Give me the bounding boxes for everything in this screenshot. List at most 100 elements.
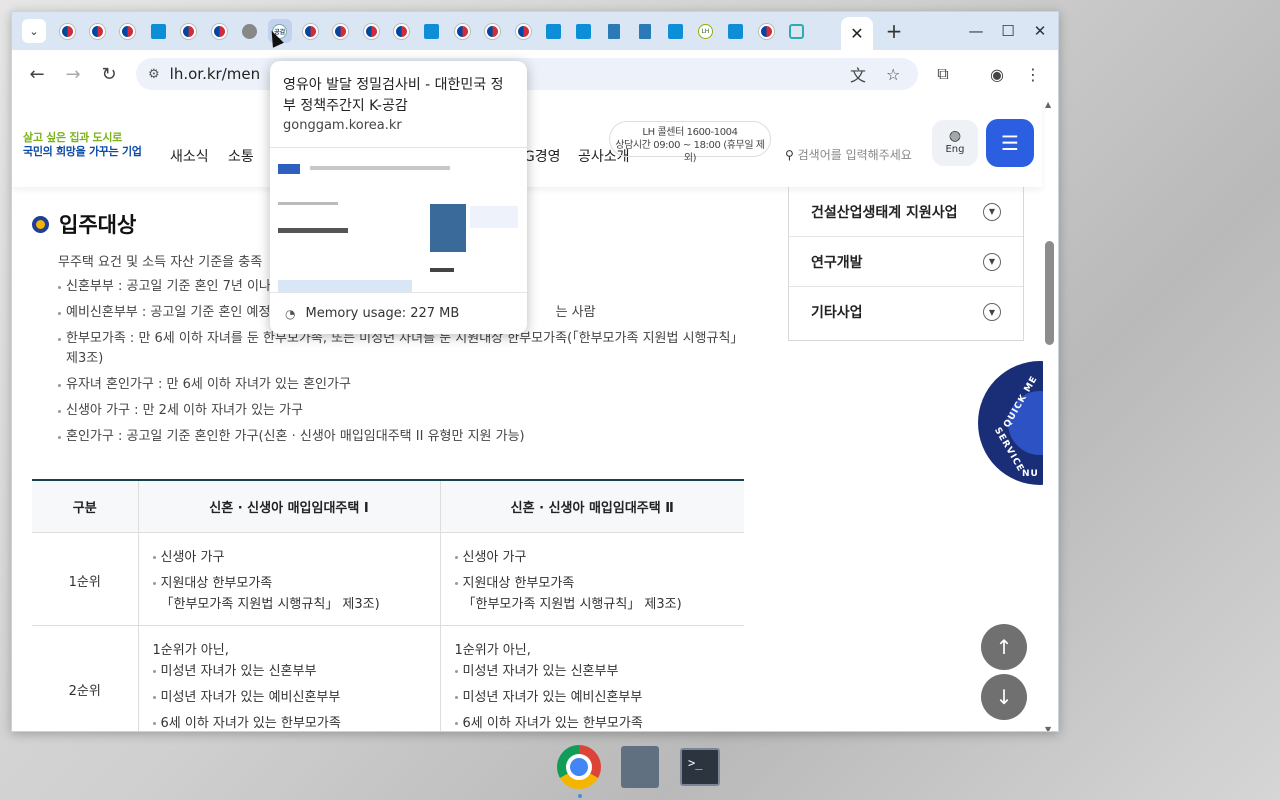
tab-favicon-icon <box>667 23 683 39</box>
nav-news[interactable]: 새소식 <box>170 146 209 166</box>
close-window-button[interactable]: ✕ <box>1028 19 1052 43</box>
chevron-down-icon: ▼ <box>983 252 1001 271</box>
browser-tab[interactable] <box>237 19 261 43</box>
tab-favicon-icon: LH <box>697 23 713 39</box>
browser-tab[interactable] <box>420 19 444 43</box>
address-bar[interactable]: ⚙ lh.or.kr/men 文 ☆ <box>136 58 918 90</box>
site-header: 살고 싶은 집과 도시로 국민의 희망을 가꾸는 기업 새소식 소통 SG경영 … <box>12 97 1042 187</box>
table-cell-rank: 1순위 <box>32 532 139 626</box>
forward-button[interactable]: → <box>60 61 86 87</box>
browser-tab[interactable] <box>785 19 809 43</box>
side-item-construction[interactable]: 건설산업생태계 지원사업 ▼ <box>789 187 1023 237</box>
cell-item: 미성년 자녀가 있는 신혼부부 <box>454 661 731 682</box>
table-row: 2순위 1순위가 아닌, 미성년 자녀가 있는 신혼부부 미성년 자녀가 있는 … <box>32 625 744 732</box>
bookmark-star-icon[interactable]: ☆ <box>886 58 900 90</box>
browser-tab[interactable] <box>359 19 383 43</box>
current-tab[interactable]: ✕ <box>841 17 873 50</box>
language-button[interactable]: ◍ Eng <box>932 120 978 166</box>
browser-tab[interactable] <box>450 19 474 43</box>
browser-tab[interactable] <box>633 19 657 43</box>
site-search[interactable]: ⚲ 검색어를 입력해주세요 <box>785 146 912 163</box>
tab-favicon-icon <box>241 23 257 39</box>
profile-icon[interactable]: ◉ <box>984 61 1010 87</box>
extensions-icon[interactable]: ⧉ <box>930 61 956 87</box>
tab-favicon-icon <box>393 23 409 39</box>
side-item-other[interactable]: 기타사업 ▼ <box>789 287 1023 337</box>
tab-favicon-icon <box>728 23 744 39</box>
table-cell: 1순위가 아닌, 미성년 자녀가 있는 신혼부부 미성년 자녀가 있는 예비신혼… <box>138 625 441 732</box>
browser-tab[interactable] <box>85 19 109 43</box>
section-heading: 입주대상 <box>59 213 137 237</box>
intro-text: 무주택 요건 및 소득 자산 기준을 충족 <box>58 255 263 270</box>
callcenter-info: LH 콜센터 1600-1004 상담시간 09:00 ~ 18:00 (휴무일… <box>609 121 771 164</box>
tab-search-button[interactable]: ⌄ <box>22 19 46 43</box>
table-header: 구분 <box>32 480 139 533</box>
dock-chrome[interactable] <box>556 744 602 790</box>
site-menu-button[interactable]: ☰ <box>986 119 1034 167</box>
tab-favicon-icon <box>302 23 318 39</box>
scrollbar-thumb[interactable] <box>1045 241 1054 345</box>
side-item-research[interactable]: 연구개발 ▼ <box>789 237 1023 287</box>
browser-tab[interactable] <box>511 19 535 43</box>
cell-item: 6세 이하 자녀가 있는 한부모가족 <box>454 713 731 732</box>
chevron-down-icon: ▼ <box>983 303 1001 321</box>
table-header: 신혼 · 신생아 매입임대주택 Ⅱ <box>440 480 744 533</box>
browser-tab[interactable] <box>754 19 778 43</box>
browser-tab[interactable] <box>146 19 170 43</box>
logo-slogan-2[interactable]: 국민의 희망을 가꾸는 기업 <box>23 143 142 159</box>
hamburger-icon: ☰ <box>1001 131 1019 155</box>
chevron-down-icon: ⌄ <box>29 24 39 38</box>
memory-icon: ◔ <box>285 306 296 321</box>
close-tab-icon[interactable]: ✕ <box>850 24 863 43</box>
dock-terminal[interactable]: >_ <box>677 744 723 790</box>
tab-favicon-icon <box>545 23 561 39</box>
arrow-right-icon: → <box>65 63 81 85</box>
minimize-button[interactable]: — <box>964 19 988 43</box>
tab-favicon-icon <box>576 23 592 39</box>
cell-item: 6세 이하 자녀가 있는 한부모가족 <box>152 713 426 732</box>
browser-tab[interactable] <box>663 19 687 43</box>
browser-tab[interactable] <box>602 19 626 43</box>
scroll-up-arrow[interactable]: ▲ <box>1045 100 1051 109</box>
browser-tab[interactable] <box>207 19 231 43</box>
chrome-icon <box>557 745 601 789</box>
maximize-button[interactable]: ☐ <box>996 19 1020 43</box>
browser-tab[interactable] <box>55 19 79 43</box>
browser-tab[interactable] <box>724 19 748 43</box>
scroll-bottom-button[interactable]: ↓ <box>981 674 1027 720</box>
browser-tab[interactable] <box>572 19 596 43</box>
scroll-down-arrow[interactable]: ▼ <box>1045 725 1051 731</box>
title-bullet-icon <box>32 215 49 233</box>
translate-icon[interactable]: 文 <box>850 58 866 90</box>
browser-tab[interactable] <box>329 19 353 43</box>
browser-tab[interactable]: LH <box>693 19 717 43</box>
nav-communication[interactable]: 소통 <box>228 146 254 166</box>
tab-favicon-icon <box>150 23 166 39</box>
scrollbar-track[interactable] <box>1043 97 1058 731</box>
address-text: lh.or.kr/men <box>169 65 261 83</box>
browser-tab[interactable] <box>389 19 413 43</box>
new-tab-button[interactable]: + <box>882 19 906 43</box>
minimize-icon: — <box>968 22 984 40</box>
arrow-left-icon: ← <box>29 63 45 85</box>
scroll-top-button[interactable]: ↑ <box>981 624 1027 670</box>
back-button[interactable]: ← <box>24 61 50 87</box>
more-menu-icon[interactable]: ⋮ <box>1020 61 1046 87</box>
cell-item: 「한부모가족 지원법 시행규칙」 제3조) <box>160 596 380 612</box>
hover-card-domain: gonggam.korea.kr <box>283 118 402 133</box>
tab-favicon-icon <box>424 23 440 39</box>
cell-lead: 1순위가 아닌, <box>454 642 531 658</box>
list-item: 신생아 가구 : 만 2세 이하 자녀가 있는 가구 <box>58 401 748 421</box>
browser-tab[interactable] <box>481 19 505 43</box>
browser-tab[interactable] <box>541 19 565 43</box>
dock-tools[interactable] <box>617 744 663 790</box>
browser-tab[interactable] <box>177 19 201 43</box>
tab-hover-card: 영유아 발달 정밀검사비 - 대한민국 정부 정책주간지 K-공감 gongga… <box>270 61 527 334</box>
web-page: 살고 싶은 집과 도시로 국민의 희망을 가꾸는 기업 새소식 소통 SG경영 … <box>12 97 1058 732</box>
site-info-icon[interactable]: ⚙ <box>148 67 160 82</box>
tab-favicon-icon <box>120 23 136 39</box>
browser-tab[interactable] <box>116 19 140 43</box>
browser-tab[interactable] <box>298 19 322 43</box>
reload-button[interactable]: ↻ <box>96 61 122 87</box>
side-item-label: 연구개발 <box>811 254 863 271</box>
